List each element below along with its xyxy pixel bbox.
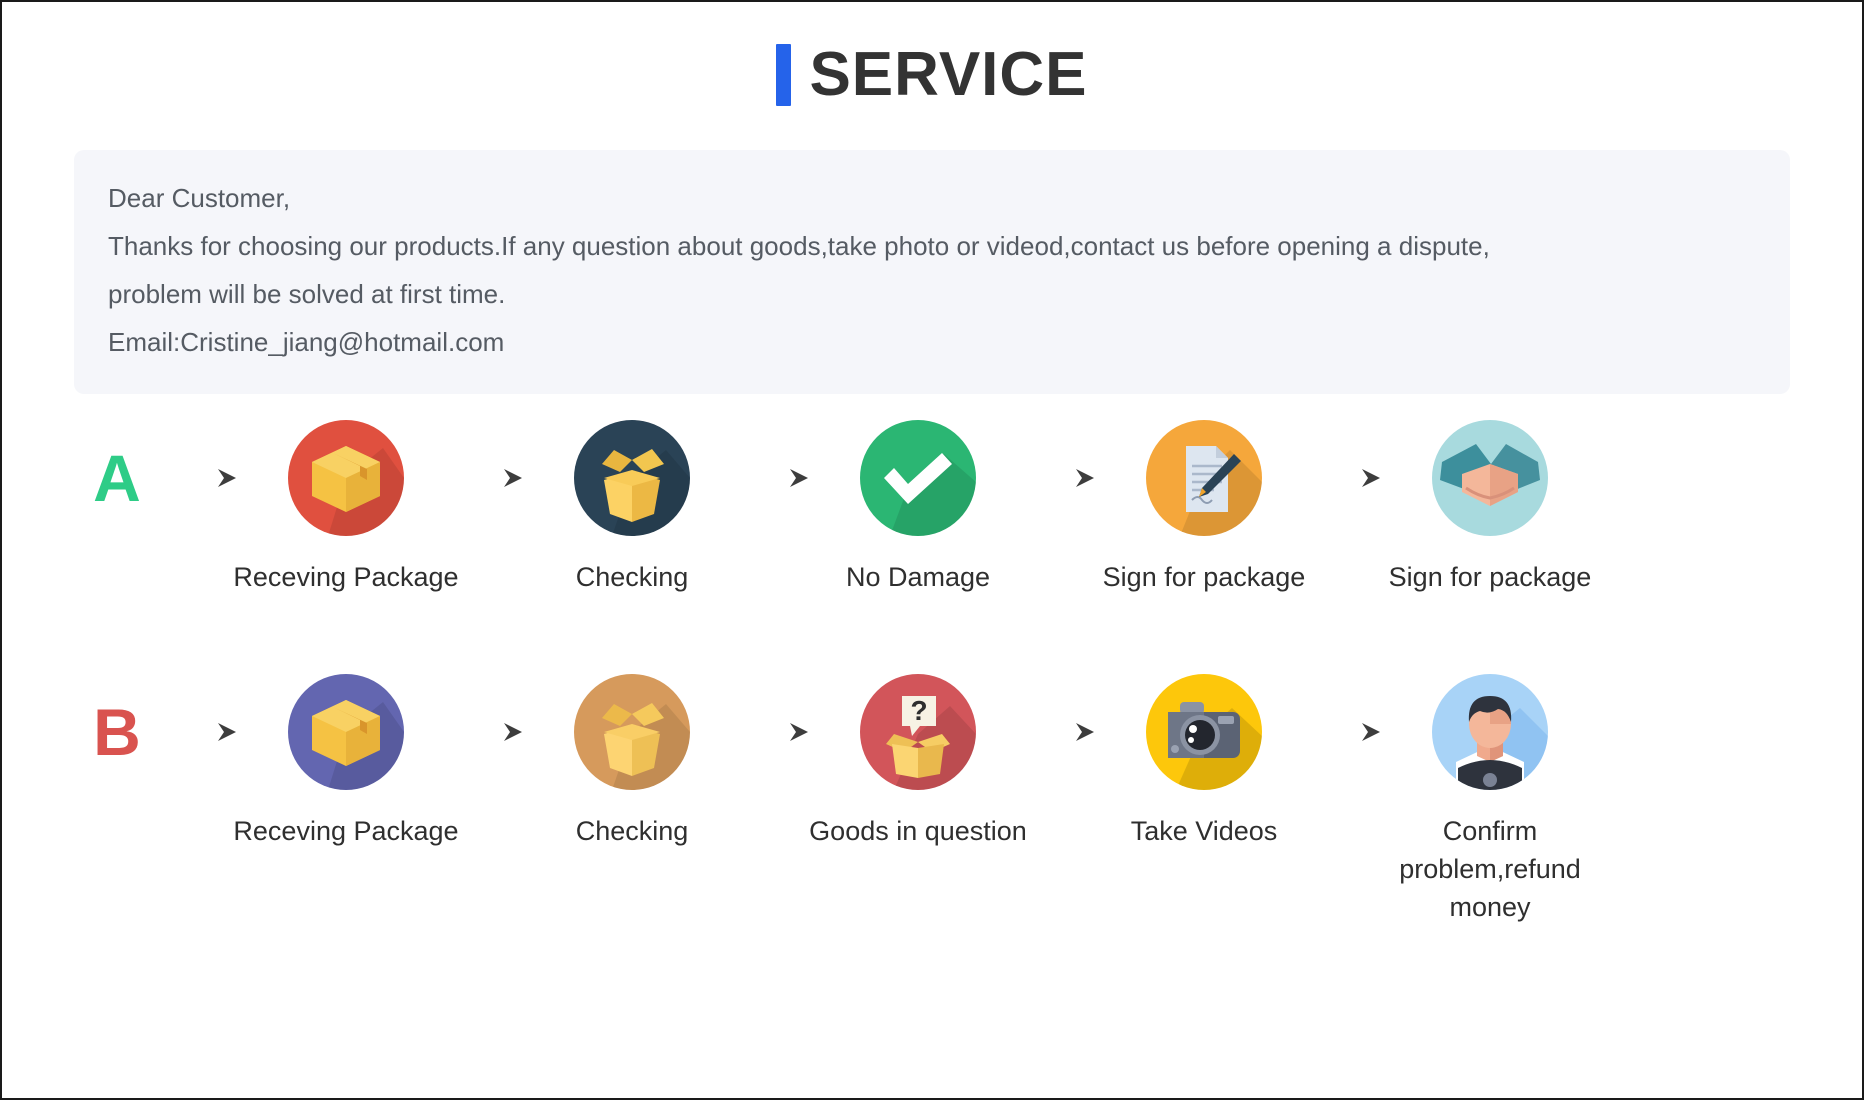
flow-row-a: A Receving Package Checking No Damage Si… [2, 420, 1862, 596]
flow-step-label: Goods in question [809, 816, 1027, 846]
arrow-icon [446, 674, 532, 790]
closed-box-icon [288, 674, 404, 790]
flow-step-label: Receving Package [233, 562, 459, 592]
service-page: SERVICE Dear Customer, Thanks for choosi… [0, 0, 1864, 1100]
arrow-icon [1304, 674, 1390, 790]
notice-line-3: problem will be solved at first time. [108, 279, 506, 309]
flow-step: Sign for package [1389, 420, 1591, 596]
closed-box-icon [288, 420, 404, 536]
arrow-icon [1304, 420, 1390, 536]
flow-step-label: Take Videos [1130, 816, 1278, 846]
arrow-icon [160, 674, 246, 790]
arrow-icon [1018, 674, 1104, 790]
flow-step-label: Sign for package [1102, 562, 1306, 592]
flow-step-label: No Damage [845, 562, 991, 592]
flow-step-label: Receving Package [233, 816, 459, 846]
person-avatar-icon [1432, 674, 1548, 790]
flow-step: Confirm problem,refund money [1390, 674, 1590, 926]
svg-text:?: ? [910, 695, 927, 726]
handshake-icon [1432, 420, 1548, 536]
flow-letter-b: B [93, 695, 141, 769]
title-accent-bar [776, 44, 792, 106]
question-box-icon: ? [860, 674, 976, 790]
notice-line-1: Dear Customer, [108, 183, 291, 213]
arrow-icon [160, 420, 246, 536]
open-box-icon [574, 420, 690, 536]
flow-step: Sign for package [1103, 420, 1305, 596]
arrow-icon [732, 420, 818, 536]
flow-step: ? Goods in question [809, 674, 1027, 850]
page-title: SERVICE [809, 40, 1088, 109]
flow-step: Receving Package [233, 420, 459, 596]
open-box-icon [574, 674, 690, 790]
notice-line-2: Thanks for choosing our products.If any … [108, 231, 1490, 261]
flow-letter-a: A [93, 441, 141, 515]
flow-step: Checking [532, 420, 732, 596]
flow-step: Take Videos [1104, 674, 1304, 850]
flow-step: Checking [532, 674, 732, 850]
flow-step: Receving Package [233, 674, 459, 850]
flow-row-b: B Receving Package Checking ? Goods in q… [2, 674, 1862, 926]
flow-step-label: Checking [575, 562, 689, 592]
page-header: SERVICE [2, 2, 1862, 106]
document-pen-icon [1146, 420, 1262, 536]
arrow-icon [446, 420, 532, 536]
flow-step: No Damage [818, 420, 1018, 596]
flow-step-label: Confirm problem,refund money [1399, 816, 1581, 922]
arrow-icon [732, 674, 818, 790]
arrow-icon [1018, 420, 1104, 536]
notice-email: Email:Cristine_jiang@hotmail.com [108, 327, 505, 357]
customer-notice-box: Dear Customer, Thanks for choosing our p… [74, 150, 1790, 394]
flow-step-label: Checking [575, 816, 689, 846]
checkmark-icon [860, 420, 976, 536]
flow-step-label: Sign for package [1388, 562, 1592, 592]
camera-icon [1146, 674, 1262, 790]
